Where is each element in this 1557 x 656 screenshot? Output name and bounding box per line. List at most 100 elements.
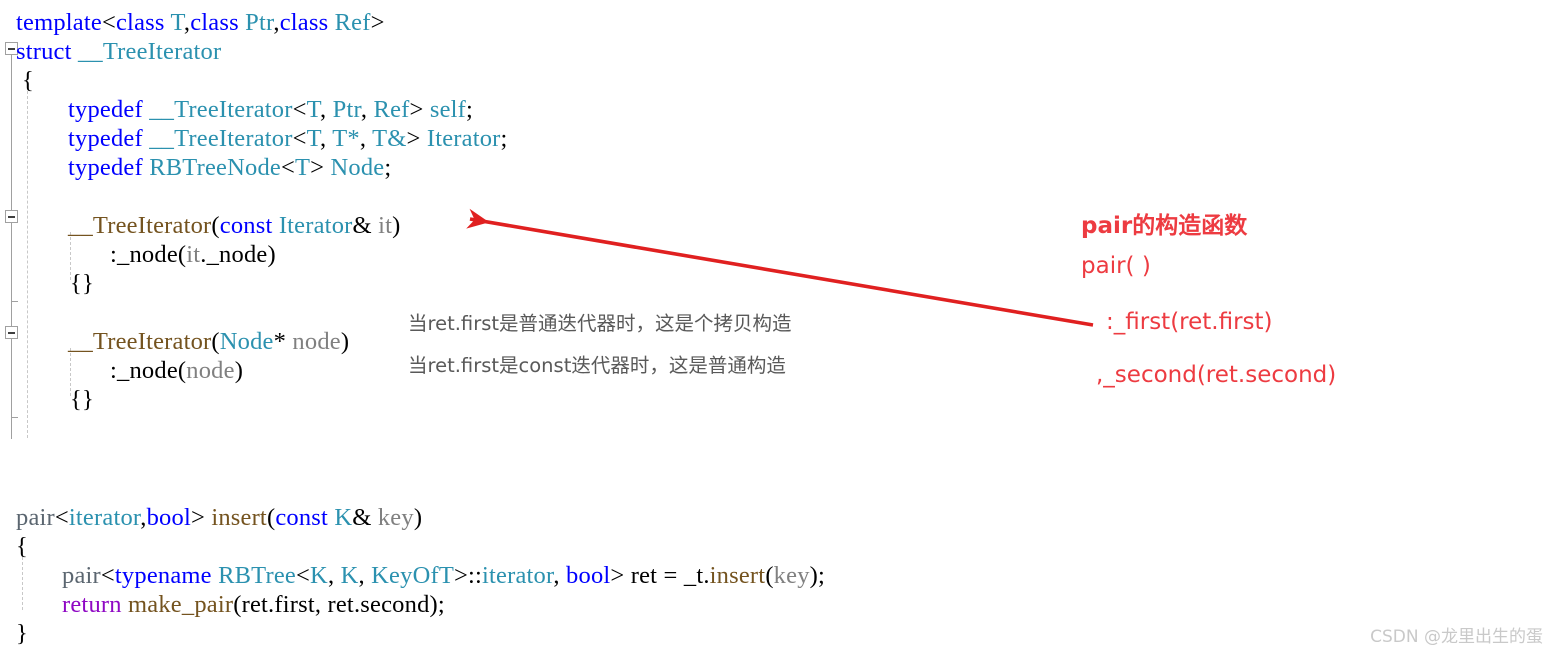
fold-bracket-struct-tail <box>11 417 12 439</box>
code-token: ) <box>267 241 276 268</box>
code-token: iterator <box>68 504 141 531</box>
tree-iterator-line-6[interactable]: __TreeIterator(const Iterator& it) <box>68 211 400 240</box>
code-token: class <box>279 9 329 36</box>
code-token: it <box>186 241 201 268</box>
code-token: RBTree <box>218 562 296 589</box>
tree-iterator-line-0[interactable]: template<class T,class Ptr,class Ref> <box>16 8 385 37</box>
tree-iterator-line-1[interactable]: struct __TreeIterator <box>16 37 221 66</box>
code-token: Ref <box>373 96 410 123</box>
code-token: it <box>378 212 393 239</box>
tree-iterator-line-3[interactable]: typedef __TreeIterator<T, Ptr, Ref> self… <box>68 95 473 124</box>
code-token: > <box>406 125 427 152</box>
code-token: , <box>314 591 328 618</box>
tree-iterator-line-4[interactable]: typedef __TreeIterator<T, T*, T&> Iterat… <box>68 124 508 153</box>
insert-func-line-2[interactable]: pair<typename RBTree<K, K, KeyOfT>::iter… <box>62 561 825 590</box>
code-token: _t <box>683 562 704 589</box>
tree-iterator-line-11[interactable]: {} <box>70 385 94 414</box>
code-token: > <box>310 154 331 181</box>
code-token: ret <box>327 591 354 618</box>
code-token: _node <box>117 357 178 384</box>
code-token: < <box>292 96 307 123</box>
code-token: , <box>358 562 372 589</box>
tree-iterator-line-8[interactable]: {} <box>70 269 94 298</box>
code-token: _node <box>117 241 178 268</box>
code-token: , <box>360 96 374 123</box>
code-token: T <box>306 96 320 123</box>
code-token: , <box>553 562 567 589</box>
chinese-note-1: 当ret.first是const迭代器时，这是普通构造 <box>408 354 786 377</box>
code-token: template <box>16 9 102 36</box>
tree-iterator-line-10[interactable]: :_node(node) <box>110 356 243 385</box>
code-token: = <box>657 562 684 589</box>
indent-guide-level1 <box>27 86 28 438</box>
csdn-watermark: CSDN @龙里出生的蛋 <box>1370 627 1543 647</box>
code-token: < <box>100 562 115 589</box>
tree-iterator-line-2[interactable]: { <box>22 66 34 95</box>
code-token: ) <box>234 357 244 384</box>
insert-func-line-0[interactable]: pair<iterator,bool> insert(const K& key) <box>16 503 422 532</box>
code-token: ) <box>413 504 423 531</box>
red-note-1: pair( ) <box>1081 253 1151 279</box>
code-token: typedef <box>68 125 143 152</box>
fold-bracket-struct <box>11 55 12 210</box>
fold-toggle-ctor-node[interactable] <box>5 326 18 339</box>
insert-func-line-4[interactable]: } <box>16 619 28 648</box>
code-token: Iterator <box>278 212 353 239</box>
red-note-2: :_first(ret.first) <box>1106 309 1273 335</box>
code-token: } <box>16 620 28 647</box>
code-token: : <box>110 357 118 384</box>
code-token: {} <box>70 270 94 297</box>
code-token: ret <box>241 591 269 618</box>
code-token: , <box>327 562 341 589</box>
code-token: const <box>219 212 273 239</box>
code-token: insert <box>709 562 766 589</box>
code-token: & <box>352 212 379 239</box>
code-token: T <box>170 9 184 36</box>
red-note-0: pair的构造函数 <box>1081 213 1248 239</box>
insert-func-line-1[interactable]: { <box>16 532 28 561</box>
code-token: __TreeIterator <box>77 38 222 65</box>
code-token: bool <box>566 562 611 589</box>
code-token: ( <box>233 591 242 618</box>
code-token: Node <box>219 328 274 355</box>
code-token: RBTreeNode <box>149 154 281 181</box>
code-token: K <box>334 504 353 531</box>
code-token: , <box>320 125 333 152</box>
code-token: __TreeIterator <box>68 328 212 355</box>
code-token: ); <box>429 591 445 618</box>
code-token: > <box>610 562 631 589</box>
code-token: , <box>359 125 373 152</box>
code-token: { <box>22 67 34 94</box>
code-token: Ptr <box>332 96 361 123</box>
code-token: ; <box>466 96 474 123</box>
code-token: T& <box>372 125 407 152</box>
code-token: self <box>429 96 467 123</box>
fold-bracket-ctor-copy <box>11 223 12 301</box>
code-token: T <box>306 125 320 152</box>
code-token: K <box>310 562 328 589</box>
tree-iterator-line-9[interactable]: __TreeIterator(Node* node) <box>68 327 349 356</box>
code-token: ) <box>340 328 350 355</box>
code-token: _node <box>206 241 268 268</box>
tree-iterator-line-7[interactable]: :_node(it._node) <box>110 240 276 269</box>
code-token: key <box>773 562 810 589</box>
code-token: T* <box>332 125 360 152</box>
code-token: > <box>370 9 385 36</box>
chinese-note-0: 当ret.first是普通迭代器时，这是个拷贝构造 <box>408 312 792 335</box>
fold-toggle-ctor-copy[interactable] <box>5 210 18 223</box>
code-token: {} <box>70 386 94 413</box>
fold-bracket-ctor-node <box>11 339 12 417</box>
code-token: ( <box>765 562 774 589</box>
code-token: > <box>190 504 212 531</box>
code-token: < <box>101 9 116 36</box>
code-token: * <box>273 328 293 355</box>
code-token: pair <box>62 562 101 589</box>
code-token: : <box>110 241 118 268</box>
insert-func-line-3[interactable]: return make_pair(ret.first, ret.second); <box>62 590 445 619</box>
code-token: class <box>115 9 165 36</box>
red-note-3: ,_second(ret.second) <box>1096 362 1337 388</box>
tree-iterator-line-5[interactable]: typedef RBTreeNode<T> Node; <box>68 153 391 182</box>
code-token: first <box>274 591 315 618</box>
code-token: K <box>340 562 359 589</box>
code-token: typedef <box>68 154 143 181</box>
